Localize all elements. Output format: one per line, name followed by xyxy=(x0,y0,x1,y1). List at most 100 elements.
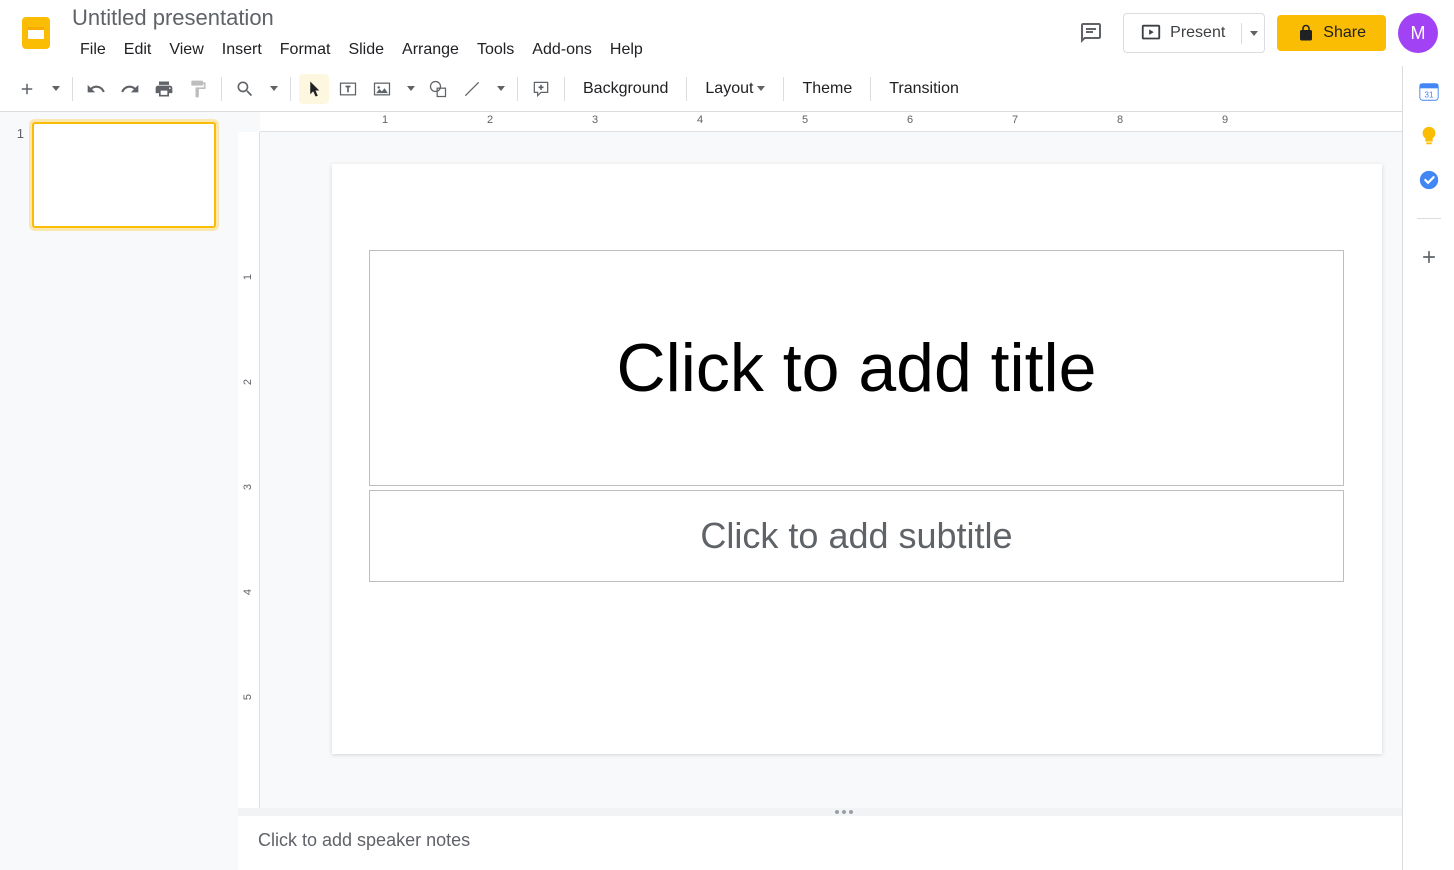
chevron-down-icon xyxy=(1250,31,1258,36)
lock-icon xyxy=(1297,24,1315,42)
select-tool-button[interactable] xyxy=(299,74,329,104)
chevron-down-icon xyxy=(497,86,505,91)
header-actions: Present Share M xyxy=(1071,13,1438,53)
side-panel: 31 xyxy=(1402,66,1454,870)
present-group: Present xyxy=(1123,13,1265,53)
speaker-notes[interactable]: Click to add speaker notes xyxy=(238,816,1454,870)
add-comment-icon xyxy=(531,79,551,99)
app-header: Untitled presentation File Edit View Ins… xyxy=(0,0,1454,66)
line-icon xyxy=(462,79,482,99)
slide-canvas[interactable]: Click to add title Click to add subtitle xyxy=(332,164,1382,754)
calendar-icon: 31 xyxy=(1418,81,1440,103)
print-button[interactable] xyxy=(149,74,179,104)
separator xyxy=(686,77,687,101)
vertical-ruler[interactable]: 1 2 3 4 5 xyxy=(238,132,260,808)
plus-icon xyxy=(1419,247,1439,267)
cursor-icon xyxy=(305,80,323,98)
image-icon xyxy=(372,79,392,99)
menu-file[interactable]: File xyxy=(72,37,114,63)
chevron-down-icon xyxy=(407,86,415,91)
present-label: Present xyxy=(1170,24,1225,42)
chevron-down-icon xyxy=(270,86,278,91)
new-slide-button[interactable] xyxy=(12,74,42,104)
title-placeholder: Click to add title xyxy=(617,329,1097,407)
canvas-body: 1 2 3 4 5 Click to add title Click to ad… xyxy=(238,132,1454,808)
layout-label: Layout xyxy=(705,80,753,98)
separator xyxy=(517,77,518,101)
share-label: Share xyxy=(1323,24,1366,42)
slide-viewport[interactable]: Click to add title Click to add subtitle xyxy=(260,132,1454,808)
slide-number: 1 xyxy=(10,122,24,141)
zoom-icon xyxy=(235,79,255,99)
text-box-icon xyxy=(338,79,358,99)
slide-thumbnail[interactable] xyxy=(32,122,216,228)
filmstrip: 1 xyxy=(0,112,238,870)
menubar: File Edit View Insert Format Slide Arran… xyxy=(72,37,1071,63)
image-button[interactable] xyxy=(367,74,397,104)
main-area: 1 1 2 3 4 5 6 7 8 9 1 2 3 xyxy=(0,112,1454,870)
separator xyxy=(564,77,565,101)
separator xyxy=(72,77,73,101)
comment-button[interactable] xyxy=(526,74,556,104)
new-slide-dropdown[interactable] xyxy=(46,74,64,104)
account-avatar[interactable]: M xyxy=(1398,13,1438,53)
comment-icon xyxy=(1079,21,1103,45)
menu-slide[interactable]: Slide xyxy=(340,37,392,63)
paint-roller-icon xyxy=(188,79,208,99)
slide-thumbnail-row: 1 xyxy=(10,122,228,228)
line-dropdown[interactable] xyxy=(491,74,509,104)
plus-icon xyxy=(18,80,36,98)
menu-tools[interactable]: Tools xyxy=(469,37,522,63)
redo-icon xyxy=(120,79,140,99)
text-box-button[interactable] xyxy=(333,74,363,104)
layout-button[interactable]: Layout xyxy=(695,74,775,104)
subtitle-text-box[interactable]: Click to add subtitle xyxy=(369,490,1344,582)
redo-button[interactable] xyxy=(115,74,145,104)
separator xyxy=(290,77,291,101)
separator xyxy=(221,77,222,101)
present-dropdown[interactable] xyxy=(1241,23,1264,44)
grip-icon xyxy=(835,810,857,814)
menu-addons[interactable]: Add-ons xyxy=(524,37,600,63)
separator xyxy=(1417,218,1441,219)
zoom-dropdown[interactable] xyxy=(264,74,282,104)
undo-button[interactable] xyxy=(81,74,111,104)
menu-insert[interactable]: Insert xyxy=(214,37,270,63)
theme-button[interactable]: Theme xyxy=(792,74,862,104)
tasks-icon xyxy=(1418,169,1440,191)
present-button[interactable]: Present xyxy=(1124,14,1241,52)
transition-button[interactable]: Transition xyxy=(879,74,969,104)
separator xyxy=(783,77,784,101)
menu-help[interactable]: Help xyxy=(602,37,651,63)
get-addons[interactable] xyxy=(1417,245,1441,269)
tasks-addon[interactable] xyxy=(1417,168,1441,192)
horizontal-ruler[interactable]: 1 2 3 4 5 6 7 8 9 xyxy=(260,112,1454,132)
notes-splitter[interactable] xyxy=(238,808,1454,816)
zoom-button[interactable] xyxy=(230,74,260,104)
shape-icon xyxy=(428,79,448,99)
line-button[interactable] xyxy=(457,74,487,104)
document-title[interactable]: Untitled presentation xyxy=(72,3,1071,35)
keep-addon[interactable] xyxy=(1417,124,1441,148)
comments-button[interactable] xyxy=(1071,13,1111,53)
title-area: Untitled presentation File Edit View Ins… xyxy=(72,3,1071,63)
menu-arrange[interactable]: Arrange xyxy=(394,37,467,63)
slides-logo[interactable] xyxy=(16,13,56,53)
shape-button[interactable] xyxy=(423,74,453,104)
menu-format[interactable]: Format xyxy=(272,37,339,63)
background-button[interactable]: Background xyxy=(573,74,678,104)
image-dropdown[interactable] xyxy=(401,74,419,104)
canvas-area: 1 2 3 4 5 6 7 8 9 1 2 3 4 5 xyxy=(238,112,1454,870)
paint-format-button[interactable] xyxy=(183,74,213,104)
chevron-down-icon xyxy=(757,86,765,91)
calendar-addon[interactable]: 31 xyxy=(1417,80,1441,104)
chevron-down-icon xyxy=(52,86,60,91)
menu-view[interactable]: View xyxy=(161,37,211,63)
keep-icon xyxy=(1418,125,1440,147)
menu-edit[interactable]: Edit xyxy=(116,37,160,63)
toolbar: Background Layout Theme Transition xyxy=(0,66,1454,112)
title-text-box[interactable]: Click to add title xyxy=(369,250,1344,486)
subtitle-placeholder: Click to add subtitle xyxy=(700,515,1012,557)
share-button[interactable]: Share xyxy=(1277,15,1386,51)
undo-icon xyxy=(86,79,106,99)
